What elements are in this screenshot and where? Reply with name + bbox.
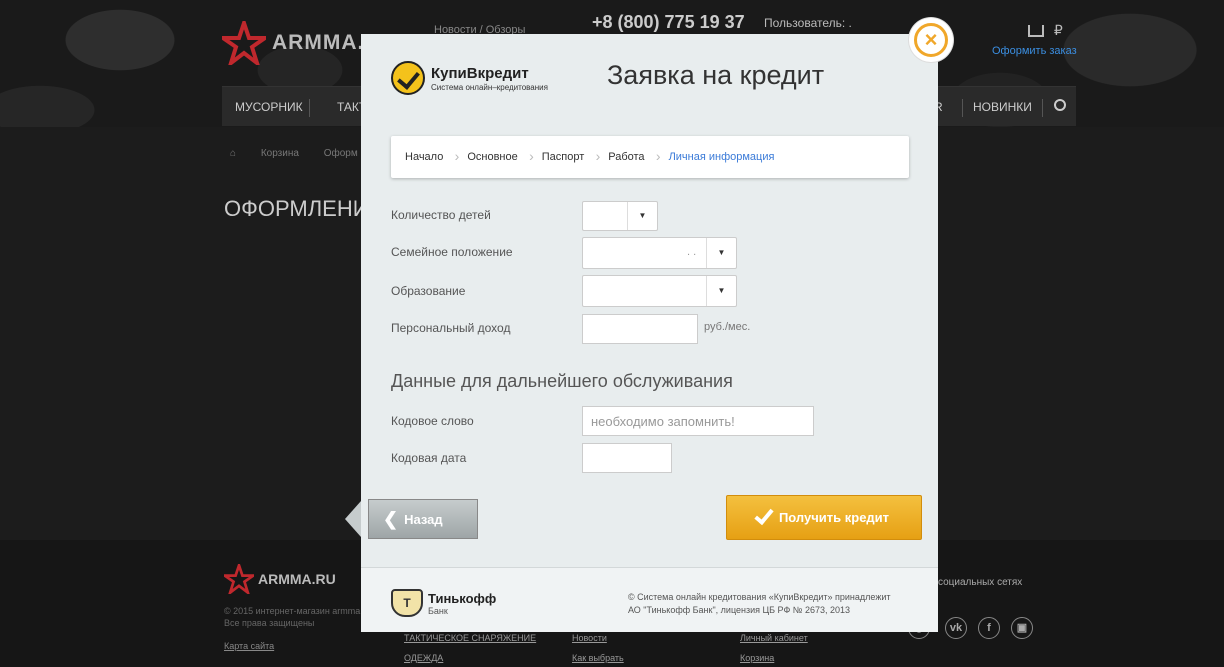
credit-application-modal: КупиВкредит Система онлайн–кредитования … [345,34,938,632]
education-select[interactable]: ▼ [582,275,737,307]
home-icon[interactable]: ⌂ [230,148,236,159]
tinkoff-emblem-icon: Т [391,589,423,617]
chevron-right-icon: › [454,148,460,164]
caret-down-icon: ▼ [706,238,736,268]
close-modal-button[interactable]: × [909,18,953,62]
step-label: Личная информация [668,151,775,163]
breadcrumb-item[interactable]: Корзина [261,148,299,159]
footer-link[interactable]: Личный кабинет [740,633,808,643]
income-unit: руб./мес. [704,321,751,333]
chevron-right-icon: › [529,148,534,164]
bank-name: Тинькофф [428,590,497,606]
children-select[interactable]: ▼ [582,201,658,231]
footer-link[interactable]: Новости [572,633,607,643]
close-icon: × [914,23,948,57]
income-label: Персональный доход [391,321,511,335]
footer-copyright: © 2015 интернет-магазин armma Все права … [224,605,360,629]
code-date-label: Кодовая дата [391,451,467,465]
legal-line: АО "Тинькофф Банк", лицензия ЦБ РФ № 267… [628,605,851,615]
modal-title: Заявка на кредит [607,60,825,90]
cart[interactable]: ₽ [1028,22,1063,39]
chevron-right-icon: › [595,148,601,164]
nav-item-new[interactable]: НОВИНКИ [973,100,1032,114]
tinkoff-logo: Т Тинькофф Банк [391,589,496,617]
order-link[interactable]: Оформить заказ [992,45,1077,57]
back-button-label: Назад [404,511,443,527]
modal-header: КупиВкредит Система онлайн–кредитования … [361,34,938,114]
income-input[interactable] [582,314,698,344]
vk-icon[interactable]: vk [945,617,967,639]
page-title: ОФОРМЛЕНИ [224,196,369,221]
brand-name: КупиВкредит [431,64,529,82]
social-title: социальных сетях [938,577,1023,588]
footer-logo[interactable]: ARMMA.RU [224,564,336,594]
footer-link[interactable]: ТАКТИЧЕСКОЕ СНАРЯЖЕНИЕ [404,633,536,643]
step-main[interactable]: Основное › [467,148,541,164]
phone-number: +8 (800) 775 19 37 [592,12,745,32]
legal-text: © Система онлайн кредитования «КупиВкред… [628,591,891,617]
step-work[interactable]: Работа › [608,148,668,164]
footer-logo-text: ARMMA.RU [258,571,336,587]
select-value: . . [687,246,697,258]
copyright-text: © 2015 интернет-магазин armma [224,606,361,616]
rights-text: Все права защищены [224,618,315,628]
get-credit-button[interactable]: Получить кредит [726,495,922,540]
chevron-left-icon: ❮ [383,509,399,529]
breadcrumb: ⌂ Корзина Оформ [230,148,380,159]
facebook-icon[interactable]: f [978,617,1000,639]
education-label: Образование [391,284,466,298]
code-word-label: Кодовое слово [391,414,474,428]
nav-divider [1042,99,1043,117]
instagram-square-icon[interactable]: ▣ [1011,617,1033,639]
site-logo[interactable]: ARMMA. [216,16,365,69]
caret-down-icon: ▼ [627,202,657,230]
marital-status-select[interactable]: . . ▼ [582,237,737,269]
legal-line: © Система онлайн кредитования «КупиВкред… [628,592,891,602]
step-breadcrumb: Начало › Основное › Паспорт › Работа › Лична… [391,136,909,178]
nav-item-trash[interactable]: МУСОРНИК [235,100,303,114]
back-button[interactable]: ❮ Назад [368,499,478,539]
code-date-input[interactable] [582,443,672,473]
footer-link[interactable]: ОДЕЖДА [404,653,443,663]
chevron-right-icon: › [655,148,661,164]
step-start[interactable]: Начало › [405,148,467,164]
children-label: Количество детей [391,208,491,222]
step-label: Паспорт [541,151,585,163]
breadcrumb-item[interactable]: Оформ [324,148,358,159]
step-personal-info[interactable]: Личная информация [669,151,799,163]
sitemap-link[interactable]: Карта сайта [224,641,274,651]
user-label[interactable]: Пользователь: . [764,16,852,30]
get-credit-label: Получить кредит [778,510,890,525]
back-button-notch [345,501,361,537]
star-icon [216,16,272,69]
caret-down-icon: ▼ [706,276,736,306]
site-logo-text: ARMMA. [272,31,365,54]
marital-status-label: Семейное положение [391,245,513,259]
step-passport[interactable]: Паспорт › [541,148,609,164]
star-icon [224,564,254,594]
bank-subtitle: Банк [428,605,448,616]
section-title: Данные для дальнейшего обслуживания [391,371,733,391]
step-label: Работа [608,151,645,163]
search-icon[interactable] [1054,99,1066,111]
nav-divider [309,99,310,117]
code-word-input[interactable] [582,406,814,436]
kupivkredit-logo: КупиВкредит Система онлайн–кредитования [391,61,548,95]
footer-link[interactable]: Как выбрать [572,653,624,663]
nav-divider [962,99,963,117]
footer-link[interactable]: Корзина [740,653,774,663]
checkmark-logo-icon [391,61,425,95]
checkmark-icon [754,504,774,525]
cart-currency: ₽ [1053,22,1063,38]
step-label: Начало [405,151,444,163]
step-label: Основное [467,151,518,163]
cart-icon [1028,25,1044,38]
brand-subtitle: Система онлайн–кредитования [431,82,548,92]
modal-footer: Т Тинькофф Банк © Система онлайн кредито… [361,567,938,632]
